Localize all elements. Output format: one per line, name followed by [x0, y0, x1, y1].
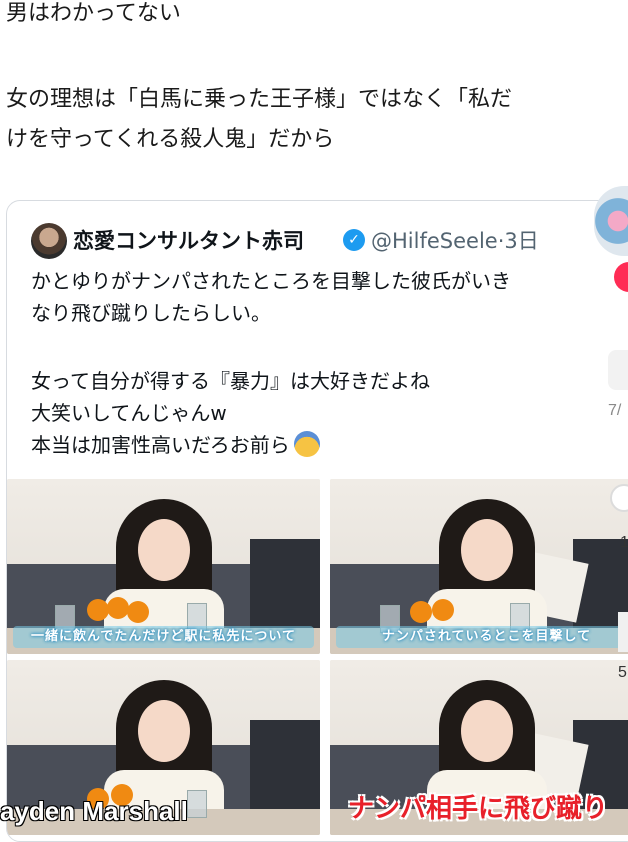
post-text-line: 男はわかってない: [6, 1, 181, 26]
bookmark-icon[interactable]: [618, 612, 628, 652]
video-thumbnail[interactable]: ナンパされているとこを目撃して: [330, 479, 628, 654]
video-thumbnail[interactable]: 一緒に飲んでたんだけど駅に私先について: [7, 479, 320, 654]
verified-badge-icon: ✓: [343, 229, 365, 251]
post-time: ·3日: [497, 229, 539, 253]
quoted-body-text: 本当は加害性高いだろお前ら: [31, 433, 290, 457]
thumbnail-caption: 一緒に飲んでたんだけど駅に私先について: [13, 626, 314, 648]
avatar[interactable]: [31, 223, 67, 259]
like-count: 7/: [608, 402, 622, 419]
creator-watermark: ayden Marshall: [0, 796, 188, 826]
post-text-line: 女の理想は「白馬に乗った王子様」ではなく「私だ: [6, 87, 513, 112]
quoted-body-line: 本当は加害性高いだろお前ら: [31, 429, 320, 461]
author-handle: @HilfeSeele: [371, 229, 498, 253]
bookmark-count: 5: [618, 664, 627, 681]
video-caption-overlay: ナンパ相手に飛び蹴り: [348, 794, 609, 824]
thumbnail-caption: ナンパされているとこを目撃して: [336, 626, 628, 648]
author-name[interactable]: 恋愛コンサルタント赤司: [73, 225, 304, 255]
anxious-face-emoji-icon: [293, 431, 320, 457]
like-heart-icon[interactable]: [608, 350, 628, 390]
comment-count: 1: [620, 534, 628, 551]
quoted-body-line: 女って自分が得する『暴力』は大好きだよね: [31, 369, 430, 393]
author-handle-time: @HilfeSeele·3日: [371, 225, 539, 255]
post-text-line: けを守ってくれる殺人鬼」だから: [6, 127, 335, 152]
quoted-body-line: なり飛び蹴りしたらしい。: [31, 301, 271, 325]
quoted-body-line: 大笑いしてんじゃんw: [31, 401, 227, 425]
quoted-body-line: かとゆりがナンパされたところを目撃した彼氏がいき: [31, 269, 511, 293]
quoted-post-card[interactable]: 恋愛コンサルタント赤司 ✓ @HilfeSeele·3日 かとゆりがナンパされた…: [6, 200, 628, 842]
